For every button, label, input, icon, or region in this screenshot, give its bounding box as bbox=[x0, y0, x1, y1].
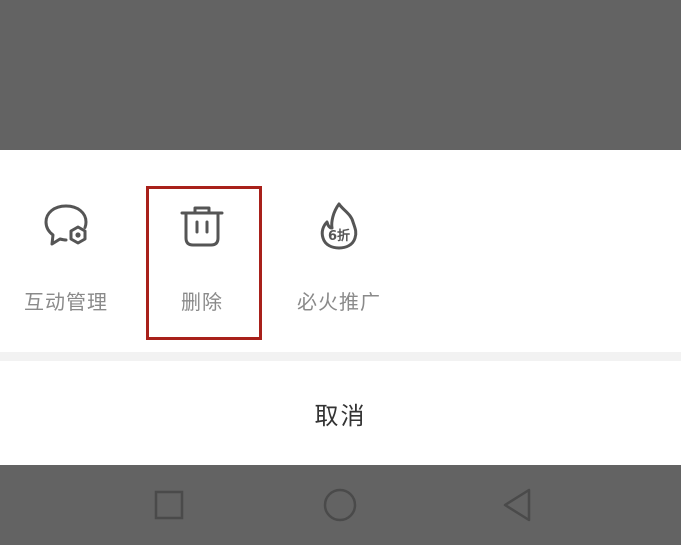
cancel-button[interactable]: 取消 bbox=[0, 361, 681, 465]
action-row: 互动管理 删除 6折 必火推广 bbox=[0, 150, 681, 350]
recent-apps-button[interactable] bbox=[149, 485, 189, 525]
flame-discount-icon: 6折 bbox=[313, 200, 365, 252]
promote-label: 必火推广 bbox=[297, 290, 381, 314]
cancel-label: 取消 bbox=[314, 401, 367, 430]
recent-apps-square-icon bbox=[149, 490, 189, 529]
delete-button[interactable]: 删除 bbox=[147, 150, 257, 350]
action-sheet: 互动管理 删除 6折 必火推广 取消 bbox=[0, 150, 681, 465]
interaction-management-label: 互动管理 bbox=[24, 290, 108, 314]
trash-can-icon bbox=[176, 200, 228, 252]
sheet-divider bbox=[0, 352, 681, 361]
system-nav-bar bbox=[0, 465, 681, 545]
screen: 互动管理 删除 6折 必火推广 取消 bbox=[0, 0, 681, 545]
discount-badge-text: 6折 bbox=[328, 228, 350, 244]
chat-bubble-gear-icon bbox=[40, 200, 92, 252]
back-button[interactable] bbox=[497, 485, 537, 525]
back-triangle-icon bbox=[497, 488, 537, 529]
home-circle-icon bbox=[320, 488, 360, 529]
home-button[interactable] bbox=[320, 485, 360, 525]
delete-label: 删除 bbox=[181, 290, 223, 314]
interaction-management-button[interactable]: 互动管理 bbox=[11, 150, 121, 350]
promote-button[interactable]: 6折 必火推广 bbox=[284, 150, 394, 350]
dim-overlay[interactable] bbox=[0, 0, 681, 150]
